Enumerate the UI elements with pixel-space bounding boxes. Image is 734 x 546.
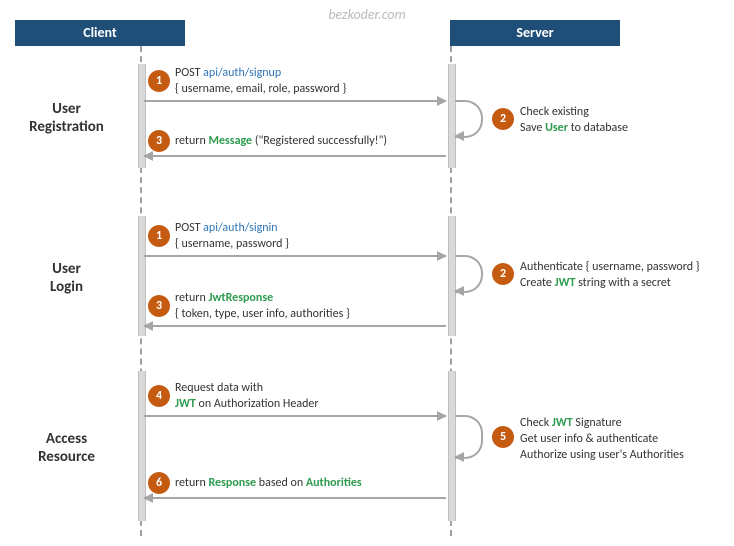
msg-login-1: POST api/auth/signin { username, passwor… [175,220,289,252]
arrow-reg-3 [144,155,446,157]
badge-login-1: 1 [148,225,170,247]
arrow-login-1 [144,255,446,257]
watermark: bezkoder.com [328,6,405,23]
arrow-acc-4 [144,415,446,417]
lane-header-client: Client [15,20,185,46]
arrow-login-3 [144,325,446,327]
badge-acc-6: 6 [148,472,170,494]
arrow-acc-5-self [455,415,483,459]
arrow-reg-2-self [455,100,483,138]
activation-client-login [138,216,146,336]
badge-login-2: 2 [492,263,514,285]
section-label-login: User Login [14,260,119,296]
badge-acc-5: 5 [492,426,514,448]
msg-login-2: Authenticate { username, password } Crea… [520,259,700,291]
section-label-registration: User Registration [14,100,119,136]
msg-reg-2: Check existing Save User to database [520,104,628,136]
section-label-access: Access Resource [14,430,119,466]
msg-acc-5: Check JWT Signature Get user info & auth… [520,415,684,464]
lifeline-server [450,46,452,536]
msg-reg-3: return Message ("Registered successfully… [175,133,387,149]
lifeline-client [140,46,142,536]
msg-acc-6: return Response based on Authorities [175,475,362,491]
badge-login-3: 3 [148,295,170,317]
arrow-acc-6 [144,497,446,499]
badge-reg-3: 3 [148,130,170,152]
badge-reg-2: 2 [492,108,514,130]
msg-acc-4: Request data with JWT on Authorization H… [175,380,319,412]
msg-login-3: return JwtResponse { token, type, user i… [175,290,350,322]
msg-reg-1: POST api/auth/signup { username, email, … [175,65,346,97]
badge-acc-4: 4 [148,385,170,407]
lane-header-server: Server [450,20,620,46]
arrow-login-2-self [455,255,483,293]
arrow-reg-1 [144,100,446,102]
badge-reg-1: 1 [148,70,170,92]
